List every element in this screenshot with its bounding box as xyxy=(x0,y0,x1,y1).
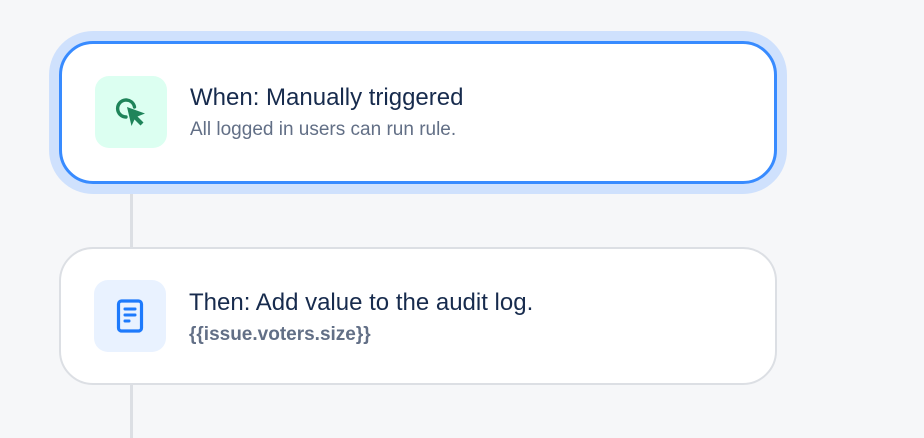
flow-connector-line xyxy=(130,385,133,438)
trigger-description: All logged in users can run rule. xyxy=(190,119,457,140)
document-icon xyxy=(116,299,144,333)
trigger-title: When: Manually triggered xyxy=(190,84,464,111)
flow-connector-line xyxy=(130,185,133,247)
action-icon-container xyxy=(94,280,166,352)
action-card[interactable]: Then: Add value to the audit log. {{issu… xyxy=(59,247,777,385)
trigger-card[interactable]: When: Manually triggered All logged in u… xyxy=(59,41,777,184)
action-value: {{issue.voters.size}} xyxy=(189,324,371,345)
action-title: Then: Add value to the audit log. xyxy=(189,289,534,316)
trigger-icon-container xyxy=(95,76,167,148)
cursor-click-icon xyxy=(116,98,145,126)
